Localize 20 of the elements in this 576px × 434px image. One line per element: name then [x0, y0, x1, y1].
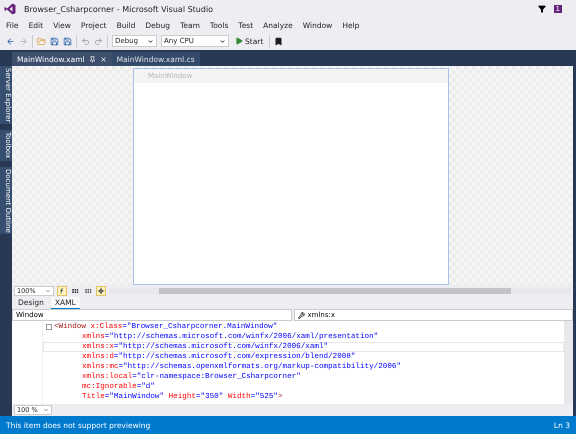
- caret-icon[interactable]: [147, 38, 154, 44]
- horizontal-scrollbar[interactable]: [109, 288, 571, 294]
- crosshair-icon[interactable]: [96, 286, 106, 296]
- grid-icon[interactable]: [70, 286, 80, 296]
- bookmark-icon[interactable]: [274, 36, 284, 46]
- pin-icon[interactable]: [88, 56, 96, 62]
- play-icon: [235, 37, 243, 45]
- fold-icon[interactable]: [46, 324, 52, 330]
- filter-icon[interactable]: [538, 5, 546, 13]
- vertical-scrollbar[interactable]: [564, 321, 573, 404]
- caret-icon[interactable]: [219, 38, 226, 44]
- save-icon[interactable]: [50, 36, 59, 46]
- function-icon[interactable]: [57, 286, 67, 296]
- back-icon[interactable]: [6, 36, 15, 46]
- wrench-icon: [298, 312, 304, 318]
- logo-icon: [4, 3, 16, 15]
- window-title: Browser_Csharpcorner - Microsoft Visual Studio: [24, 4, 214, 14]
- close-icon[interactable]: [100, 56, 107, 62]
- save-all-icon[interactable]: [63, 36, 72, 46]
- grid-icon[interactable]: [83, 286, 93, 296]
